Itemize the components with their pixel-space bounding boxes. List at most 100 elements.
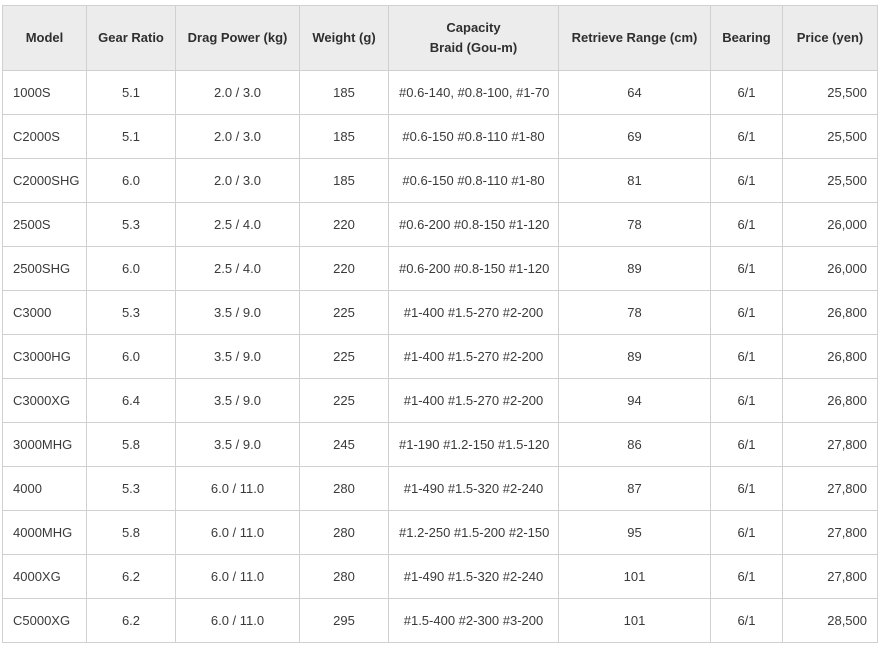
table-row: C5000XG 6.2 6.0 / 11.0 295 #1.5-400 #2-300 #… bbox=[2, 598, 878, 643]
table-row: 2500S 5.3 2.5 / 4.0 220 #0.6-200 #0.8-150 #1… bbox=[2, 202, 878, 247]
cell-drag-power: 3.5 / 9.0 bbox=[175, 422, 300, 467]
header-weight: Weight (g) bbox=[299, 5, 389, 71]
cell-weight: 185 bbox=[299, 70, 389, 115]
cell-bearing: 6/1 bbox=[710, 290, 783, 335]
table-row: 1000S 5.1 2.0 / 3.0 185 #0.6-140, #0.8-100, … bbox=[2, 70, 878, 115]
cell-price: 26,800 bbox=[782, 334, 878, 379]
cell-bearing: 6/1 bbox=[710, 422, 783, 467]
cell-weight: 295 bbox=[299, 598, 389, 643]
cell-drag-power: 3.5 / 9.0 bbox=[175, 290, 300, 335]
cell-retrieve-range: 101 bbox=[558, 554, 711, 599]
cell-capacity: #1-490 #1.5-320 #2-240 bbox=[388, 554, 559, 599]
cell-capacity: #1-190 #1.2-150 #1.5-120 bbox=[388, 422, 559, 467]
cell-weight: 225 bbox=[299, 334, 389, 379]
cell-gear-ratio: 5.3 bbox=[86, 202, 176, 247]
cell-bearing: 6/1 bbox=[710, 334, 783, 379]
cell-gear-ratio: 5.3 bbox=[86, 466, 176, 511]
cell-weight: 220 bbox=[299, 202, 389, 247]
header-drag-power: Drag Power (kg) bbox=[175, 5, 300, 71]
cell-drag-power: 3.5 / 9.0 bbox=[175, 378, 300, 423]
header-bearing: Bearing bbox=[710, 5, 783, 71]
cell-price: 28,500 bbox=[782, 598, 878, 643]
table-row: 4000MHG 5.8 6.0 / 11.0 280 #1.2-250 #1.5-200… bbox=[2, 510, 878, 555]
table-row: 4000XG 6.2 6.0 / 11.0 280 #1-490 #1.5-320 #2… bbox=[2, 554, 878, 599]
cell-price: 26,800 bbox=[782, 378, 878, 423]
table-row: C2000S 5.1 2.0 / 3.0 185 #0.6-150 #0.8-110 #… bbox=[2, 114, 878, 159]
cell-capacity: #1.5-400 #2-300 #3-200 bbox=[388, 598, 559, 643]
cell-retrieve-range: 69 bbox=[558, 114, 711, 159]
cell-weight: 280 bbox=[299, 510, 389, 555]
cell-gear-ratio: 6.0 bbox=[86, 334, 176, 379]
spec-table-container: Model Gear Ratio Drag Power (kg) Weight … bbox=[2, 5, 878, 643]
cell-retrieve-range: 78 bbox=[558, 290, 711, 335]
cell-gear-ratio: 6.4 bbox=[86, 378, 176, 423]
cell-bearing: 6/1 bbox=[710, 378, 783, 423]
cell-model: 4000 bbox=[2, 466, 87, 511]
cell-model: 2500S bbox=[2, 202, 87, 247]
cell-retrieve-range: 81 bbox=[558, 158, 711, 203]
cell-drag-power: 6.0 / 11.0 bbox=[175, 598, 300, 643]
cell-drag-power: 2.0 / 3.0 bbox=[175, 70, 300, 115]
cell-weight: 245 bbox=[299, 422, 389, 467]
header-row: Model Gear Ratio Drag Power (kg) Weight … bbox=[2, 5, 878, 71]
cell-retrieve-range: 87 bbox=[558, 466, 711, 511]
cell-drag-power: 2.5 / 4.0 bbox=[175, 246, 300, 291]
cell-gear-ratio: 5.1 bbox=[86, 114, 176, 159]
cell-bearing: 6/1 bbox=[710, 114, 783, 159]
cell-model: C5000XG bbox=[2, 598, 87, 643]
cell-gear-ratio: 6.2 bbox=[86, 554, 176, 599]
cell-model: C3000XG bbox=[2, 378, 87, 423]
cell-drag-power: 2.0 / 3.0 bbox=[175, 114, 300, 159]
cell-retrieve-range: 89 bbox=[558, 334, 711, 379]
cell-bearing: 6/1 bbox=[710, 246, 783, 291]
cell-model: C3000HG bbox=[2, 334, 87, 379]
cell-retrieve-range: 94 bbox=[558, 378, 711, 423]
cell-capacity: #0.6-200 #0.8-150 #1-120 bbox=[388, 246, 559, 291]
cell-price: 27,800 bbox=[782, 554, 878, 599]
table-header: Model Gear Ratio Drag Power (kg) Weight … bbox=[2, 5, 878, 71]
header-capacity-line2: Braid (Gou-m) bbox=[429, 40, 518, 55]
header-gear-ratio: Gear Ratio bbox=[86, 5, 176, 71]
cell-weight: 185 bbox=[299, 158, 389, 203]
cell-weight: 185 bbox=[299, 114, 389, 159]
cell-bearing: 6/1 bbox=[710, 70, 783, 115]
cell-bearing: 6/1 bbox=[710, 202, 783, 247]
cell-weight: 225 bbox=[299, 290, 389, 335]
header-model: Model bbox=[2, 5, 87, 71]
cell-capacity: #0.6-150 #0.8-110 #1-80 bbox=[388, 158, 559, 203]
cell-model: C2000S bbox=[2, 114, 87, 159]
table-row: C3000 5.3 3.5 / 9.0 225 #1-400 #1.5-270 #2-2… bbox=[2, 290, 878, 335]
table-row: 4000 5.3 6.0 / 11.0 280 #1-490 #1.5-320 #2-2… bbox=[2, 466, 878, 511]
cell-gear-ratio: 5.8 bbox=[86, 422, 176, 467]
cell-price: 26,000 bbox=[782, 202, 878, 247]
table-row: C3000HG 6.0 3.5 / 9.0 225 #1-400 #1.5-270 #2… bbox=[2, 334, 878, 379]
cell-bearing: 6/1 bbox=[710, 554, 783, 599]
cell-price: 26,800 bbox=[782, 290, 878, 335]
header-retrieve-range: Retrieve Range (cm) bbox=[558, 5, 711, 71]
cell-price: 27,800 bbox=[782, 510, 878, 555]
cell-gear-ratio: 5.1 bbox=[86, 70, 176, 115]
cell-weight: 225 bbox=[299, 378, 389, 423]
cell-price: 27,800 bbox=[782, 422, 878, 467]
table-row: C2000SHG 6.0 2.0 / 3.0 185 #0.6-150 #0.8-110… bbox=[2, 158, 878, 203]
cell-capacity: #1-400 #1.5-270 #2-200 bbox=[388, 378, 559, 423]
cell-capacity: #1-490 #1.5-320 #2-240 bbox=[388, 466, 559, 511]
cell-capacity: #1.2-250 #1.5-200 #2-150 bbox=[388, 510, 559, 555]
cell-model: C2000SHG bbox=[2, 158, 87, 203]
cell-gear-ratio: 6.0 bbox=[86, 158, 176, 203]
cell-retrieve-range: 95 bbox=[558, 510, 711, 555]
cell-gear-ratio: 6.2 bbox=[86, 598, 176, 643]
cell-bearing: 6/1 bbox=[710, 466, 783, 511]
cell-gear-ratio: 6.0 bbox=[86, 246, 176, 291]
cell-weight: 220 bbox=[299, 246, 389, 291]
cell-weight: 280 bbox=[299, 466, 389, 511]
cell-bearing: 6/1 bbox=[710, 158, 783, 203]
cell-price: 25,500 bbox=[782, 114, 878, 159]
cell-drag-power: 6.0 / 11.0 bbox=[175, 510, 300, 555]
cell-bearing: 6/1 bbox=[710, 510, 783, 555]
cell-retrieve-range: 101 bbox=[558, 598, 711, 643]
header-price: Price (yen) bbox=[782, 5, 878, 71]
cell-capacity: #0.6-150 #0.8-110 #1-80 bbox=[388, 114, 559, 159]
table-body: 1000S 5.1 2.0 / 3.0 185 #0.6-140, #0.8-100, … bbox=[2, 70, 878, 643]
spec-table: Model Gear Ratio Drag Power (kg) Weight … bbox=[2, 5, 878, 643]
